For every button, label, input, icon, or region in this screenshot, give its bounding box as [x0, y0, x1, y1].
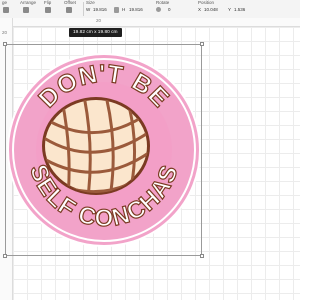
resize-handle-bottom-left[interactable]	[3, 254, 7, 258]
resize-handle-bottom-right[interactable]	[200, 254, 204, 258]
selection-box[interactable]	[5, 44, 202, 256]
resize-handle-top-left[interactable]	[3, 42, 7, 46]
resize-handle-top-right[interactable]	[200, 42, 204, 46]
dimension-tooltip: 19.82 cm x 19.80 cm	[69, 28, 122, 37]
